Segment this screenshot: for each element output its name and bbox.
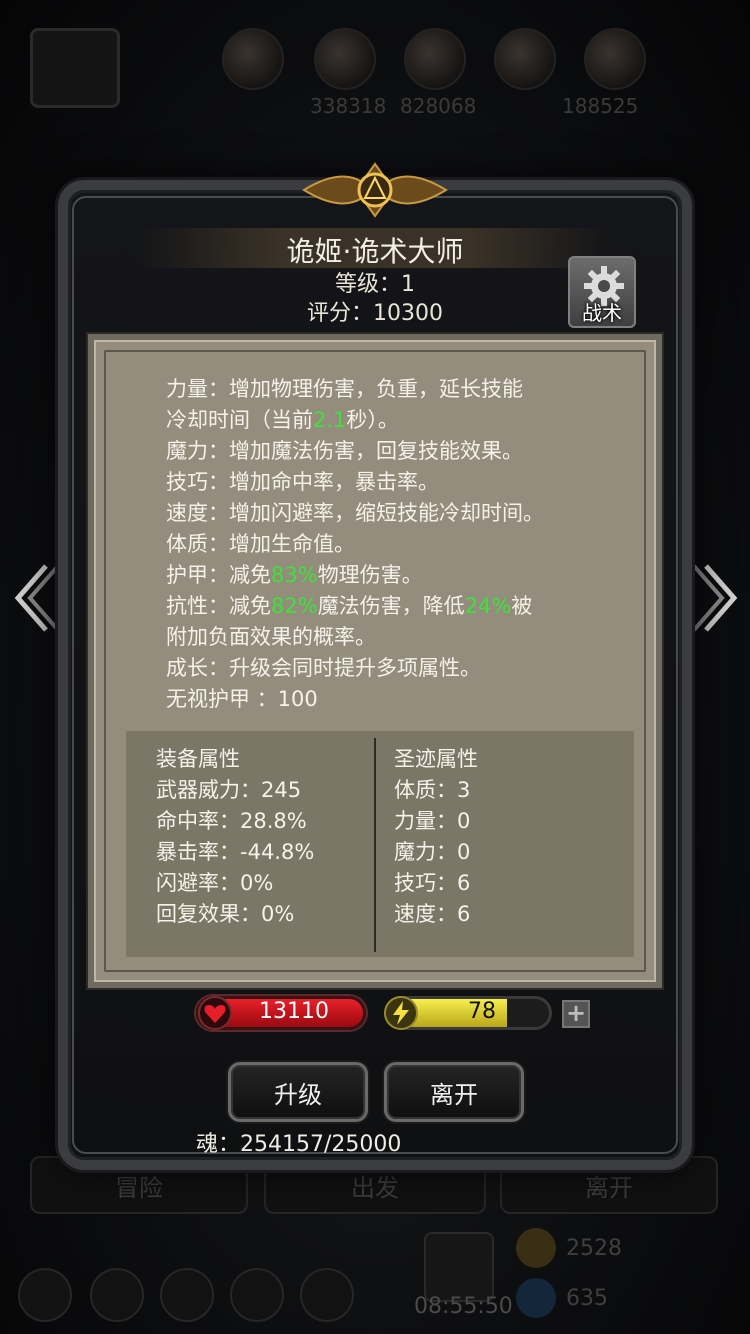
description-text: 物理伤害。 [317, 563, 423, 587]
attribute-description: 力量：增加物理伤害，负重，延长技能 冷却时间（当前2.1秒）。 魔力：增加魔法伤害，… [166, 374, 626, 715]
character-level: 等级：1 [335, 272, 415, 297]
background-resource-orb [314, 28, 376, 90]
soul-counter: 魂：254157/25000 [196, 1132, 402, 1157]
description-line: 冷却时间（当前2.1秒）。 [166, 405, 626, 436]
background-menu-icon [90, 1268, 144, 1322]
description-line: 魔力：增加魔法伤害，回复技能效果。 [166, 436, 626, 467]
background-resource-orb [494, 28, 556, 90]
description-text: 力量：增加物理伤害，负重，延长技能 [166, 377, 523, 401]
relic-attribute-row: 魔力：0 [394, 840, 471, 864]
upgrade-button[interactable]: 升级 [228, 1062, 368, 1122]
highlight-value: 24% [464, 594, 512, 618]
background-resource-value: 2528 [566, 1236, 622, 1261]
description-text: 冷却时间（当前 [166, 408, 313, 432]
description-text: 魔力：增加魔法伤害，回复技能效果。 [166, 439, 523, 463]
add-energy-button[interactable]: + [562, 1000, 590, 1028]
description-text: 速度：增加闪避率，缩短技能冷却时间。 [166, 501, 544, 525]
description-text: 魔法伤害，降低 [317, 594, 465, 618]
highlight-value: 2.1 [313, 408, 347, 432]
background-menu-icon [300, 1268, 354, 1322]
background-clock: 08:55:50 [414, 1294, 513, 1319]
equipment-attribute-row: 命中率：28.8% [156, 809, 307, 833]
background-menu-icon [18, 1268, 72, 1322]
description-line: 速度：增加闪避率，缩短技能冷却时间。 [166, 498, 626, 529]
character-score: 评分：10300 [307, 301, 443, 326]
relic-attribute-row: 力量：0 [394, 809, 471, 833]
description-text: 护甲：减免 [166, 563, 271, 587]
energy-value: 78 [468, 999, 496, 1024]
description-line: 抗性：减免82%魔法伤害，降低24%被 [166, 591, 626, 622]
description-text: 成长：升级会同时提升多项属性。 [166, 656, 481, 680]
background-gem-icon [516, 1278, 556, 1318]
equipment-attributes: 装备属性 武器威力：245 命中率：28.8% 暴击率：-44.8% 闪避率：0… [156, 744, 314, 930]
hp-value: 13110 [259, 999, 329, 1024]
equipment-attribute-row: 武器威力：245 [156, 778, 302, 802]
highlight-value: 83% [271, 563, 318, 587]
background-number: 828068 [400, 94, 477, 118]
crest-emblem-icon [302, 162, 448, 218]
heart-icon [198, 996, 232, 1030]
description-text: 技巧：增加命中率，暴击率。 [166, 470, 439, 494]
description-line: 附加负面效果的概率。 [166, 622, 626, 653]
tactics-button-label: 战术 [582, 301, 622, 325]
description-text: 附加负面效果的概率。 [166, 625, 376, 649]
leave-button[interactable]: 离开 [384, 1062, 524, 1122]
equipment-attribute-row: 闪避率：0% [156, 871, 274, 895]
equipment-attribute-row: 暴击率：-44.8% [156, 840, 315, 864]
description-line: 无视护甲 ：100 [166, 684, 626, 715]
chevron-left-icon[interactable] [10, 560, 62, 636]
lightning-icon [384, 996, 418, 1030]
background-menu-icon [230, 1268, 284, 1322]
relic-attribute-row: 技巧：6 [394, 871, 471, 895]
description-line: 力量：增加物理伤害，负重，延长技能 [166, 374, 626, 405]
description-line: 护甲：减免83%物理伤害。 [166, 560, 626, 591]
description-text: 无视护甲 ：100 [166, 687, 318, 711]
background-menu-icon [160, 1268, 214, 1322]
description-line: 技巧：增加命中率，暴击率。 [166, 467, 626, 498]
background-resource-value: 635 [566, 1286, 608, 1311]
background-portrait-slot [30, 28, 120, 108]
character-name: 诡姬·诡术大师 [286, 235, 464, 268]
background-number: 188525 [562, 94, 639, 118]
chevron-right-icon[interactable] [690, 560, 742, 636]
description-line: 成长：升级会同时提升多项属性。 [166, 653, 626, 684]
relic-attribute-row: 速度：6 [394, 902, 471, 926]
description-text: 抗性：减免 [166, 594, 271, 618]
description-text: 体质：增加生命值。 [166, 532, 355, 556]
relic-attributes: 圣迹属性 体质：3 力量：0 魔力：0 技巧：6 速度：6 [394, 744, 478, 930]
relic-attribute-row: 体质：3 [394, 778, 471, 802]
tactics-button[interactable]: 战术 [568, 256, 636, 328]
stats-divider [374, 738, 376, 952]
background-coin-icon [516, 1228, 556, 1268]
background-number: 338318 [310, 94, 387, 118]
description-text: 秒）。 [346, 408, 399, 432]
background-chest-icon [424, 1232, 494, 1302]
background-resource-orb [584, 28, 646, 90]
background-resource-orb [222, 28, 284, 90]
description-text: 被 [511, 594, 533, 618]
background-resource-orb [404, 28, 466, 90]
highlight-value: 82% [271, 594, 318, 618]
description-line: 体质：增加生命值。 [166, 529, 626, 560]
equipment-attribute-row: 回复效果：0% [156, 902, 295, 926]
relic-attributes-title: 圣迹属性 [394, 747, 478, 771]
equipment-attributes-title: 装备属性 [156, 747, 240, 771]
